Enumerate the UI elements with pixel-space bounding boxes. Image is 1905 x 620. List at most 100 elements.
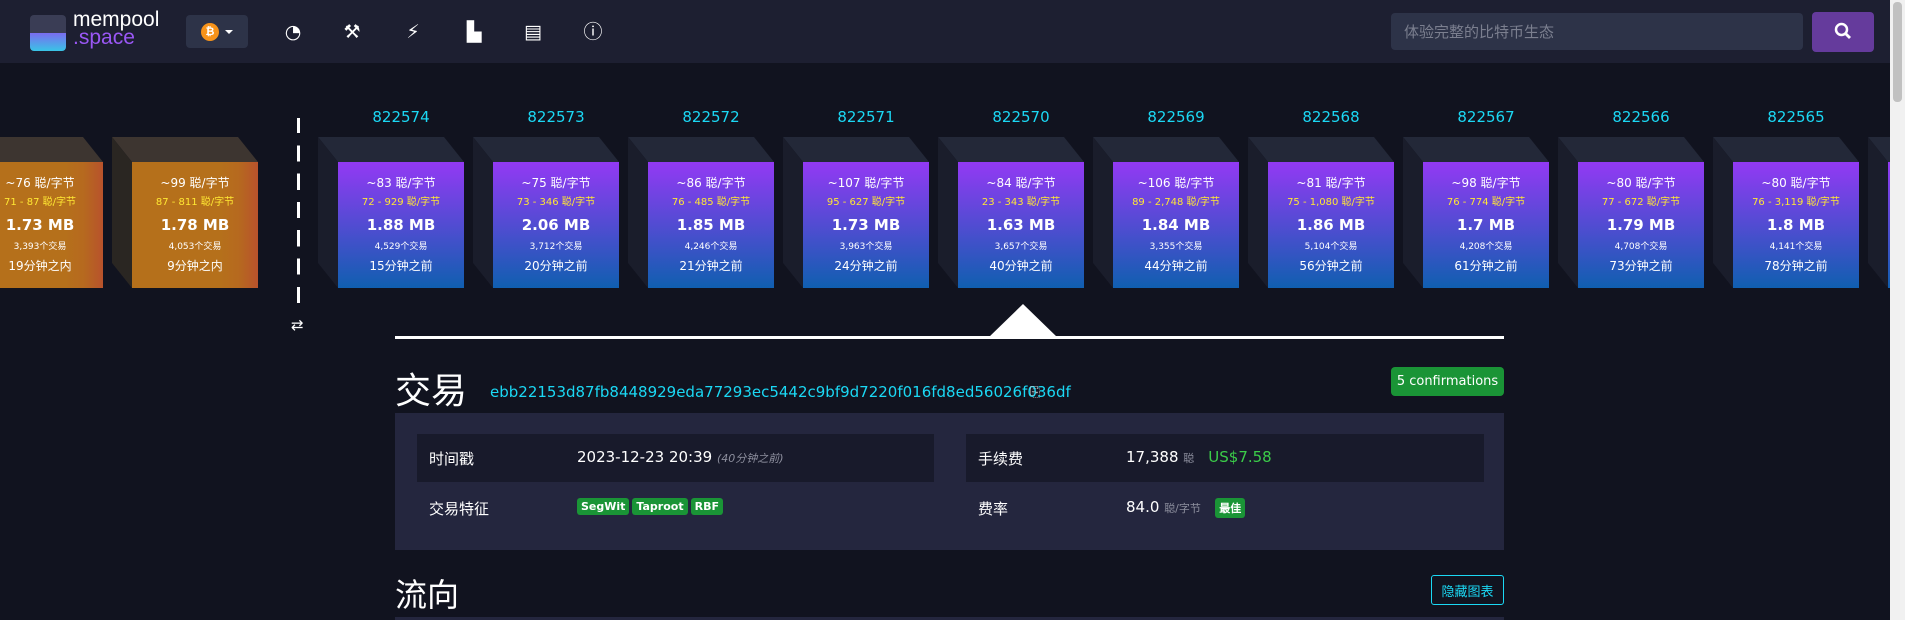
swap-arrows-icon[interactable]: ⇄ [291, 316, 304, 334]
block-height[interactable]: 822570 [958, 108, 1084, 126]
tx-count: 5,104个交易 [1304, 242, 1358, 252]
block-front-face[interactable]: ~84 聪/字节 23 - 343 聪/字节 1.63 MB 3,657个交易 … [958, 162, 1084, 288]
search-input[interactable] [1391, 13, 1803, 50]
graphs-icon[interactable]: ▙ [462, 20, 486, 44]
median-fee: ~80 聪/字节 [1606, 176, 1676, 190]
block-front-face[interactable]: ~83 聪/字节 72 - 929 聪/字节 1.88 MB 4,529个交易 … [338, 162, 464, 288]
block-height[interactable]: 822565 [1733, 108, 1859, 126]
block-side-face [628, 137, 648, 288]
block[interactable]: 822569 ~106 聪/字节 89 - 2,748 聪/字节 1.84 MB… [1093, 108, 1239, 288]
block-height[interactable]: 822574 [338, 108, 464, 126]
copy-icon[interactable]: ⎘ [1030, 385, 1040, 400]
fee-row: 手续费 17,388 聪 US$7.58 [966, 434, 1484, 482]
fee-usd: US$7.58 [1208, 448, 1272, 466]
hide-diagram-button[interactable]: 隐藏图表 [1431, 575, 1504, 605]
partial-block[interactable] [1868, 137, 1890, 288]
features-row: 交易特征 SegWit Taproot RBF [417, 484, 934, 532]
caret-down-icon [225, 30, 233, 38]
feature-tag-segwit[interactable]: SegWit [577, 498, 630, 515]
block-front-face[interactable]: ~86 聪/字节 76 - 485 聪/字节 1.85 MB 4,246个交易 … [648, 162, 774, 288]
block-height[interactable]: 822569 [1113, 108, 1239, 126]
median-fee: ~106 聪/字节 [1137, 176, 1215, 190]
median-fee: ~107 聪/字节 [827, 176, 905, 190]
feature-tag-taproot[interactable]: Taproot [632, 498, 688, 515]
fee-range: 89 - 2,748 聪/字节 [1132, 197, 1220, 208]
tx-count: 3,657个交易 [994, 242, 1048, 252]
logo-text[interactable]: mempool .space [73, 9, 159, 48]
block-front-face[interactable]: ~107 聪/字节 95 - 627 聪/字节 1.73 MB 3,963个交易… [803, 162, 929, 288]
block[interactable]: 822565 ~80 聪/字节 76 - 3,119 聪/字节 1.8 MB 4… [1713, 108, 1859, 288]
tx-count: 4,141个交易 [1769, 242, 1823, 252]
block-top-face [1558, 137, 1704, 162]
tx-count: 3,393个交易 [13, 242, 67, 252]
features-label: 交易特征 [429, 500, 490, 518]
fee-range: 75 - 1,080 聪/字节 [1287, 197, 1375, 208]
block-height[interactable]: 822571 [803, 108, 929, 126]
top-navbar: mempool .space ₿ ◔ ⚒ ⚡ ▙ ▤ ⓘ [0, 0, 1890, 63]
block-top-face [938, 137, 1084, 162]
network-selector[interactable]: ₿ [186, 15, 248, 48]
mempool-block[interactable]: ~76 聪/字节 71 - 87 聪/字节 1.73 MB 3,393个交易 1… [0, 137, 103, 288]
block-front-face[interactable]: ~99 聪/字节 87 - 811 聪/字节 1.78 MB 4,053个交易 … [132, 162, 258, 288]
scrollbar[interactable] [1890, 0, 1905, 620]
selected-block-pointer [988, 304, 1058, 338]
median-fee: ~75 聪/字节 [521, 176, 591, 190]
block[interactable]: 822567 ~98 聪/字节 76 - 774 聪/字节 1.7 MB 4,2… [1403, 108, 1549, 288]
median-fee: ~81 聪/字节 [1296, 176, 1366, 190]
fee-range: 76 - 485 聪/字节 [671, 197, 751, 208]
block-height[interactable]: 822568 [1268, 108, 1394, 126]
block-size: 1.86 MB [1296, 216, 1366, 234]
feerate-unit: 聪/字节 [1164, 502, 1201, 515]
block-side-face [1558, 137, 1578, 288]
features-tags: SegWit Taproot RBF [577, 496, 726, 515]
block-size: 1.7 MB [1456, 216, 1516, 234]
mempool-logo-icon[interactable] [30, 15, 66, 51]
block-height[interactable]: 822566 [1578, 108, 1704, 126]
block-top-face [318, 137, 464, 162]
fee-range: 95 - 627 聪/字节 [826, 197, 906, 208]
feerate: 84.0 [1126, 498, 1160, 516]
transaction-id-link[interactable]: ebb22153d87fb8448929eda77293ec5442c9bf9d… [490, 383, 1071, 401]
page-title: 交易 [395, 371, 468, 412]
docs-book-icon[interactable]: ▤ [521, 20, 545, 44]
block-front-face[interactable]: ~106 聪/字节 89 - 2,748 聪/字节 1.84 MB 3,355个… [1113, 162, 1239, 288]
scrollbar-thumb[interactable] [1893, 2, 1902, 102]
median-fee: ~83 聪/字节 [366, 176, 436, 190]
block[interactable]: 822566 ~80 聪/字节 77 - 672 聪/字节 1.79 MB 4,… [1558, 108, 1704, 288]
block-front-face[interactable]: ~76 聪/字节 71 - 87 聪/字节 1.73 MB 3,393个交易 1… [0, 162, 103, 288]
block-size: 1.8 MB [1766, 216, 1826, 234]
block[interactable]: 822574 ~83 聪/字节 72 - 929 聪/字节 1.88 MB 4,… [318, 108, 464, 288]
dashboard-icon[interactable]: ◔ [281, 20, 305, 44]
tx-count: 4,529个交易 [374, 242, 428, 252]
block-top-face [112, 137, 258, 162]
block-height[interactable]: 822567 [1423, 108, 1549, 126]
block-height[interactable]: 822572 [648, 108, 774, 126]
timestamp-value: 2023-12-23 20:39 (40分钟之前) [577, 448, 784, 466]
lightning-icon[interactable]: ⚡ [401, 20, 425, 44]
block-time: 21分钟之前 [679, 259, 743, 273]
tx-count: 4,246个交易 [684, 242, 738, 252]
block-front-face[interactable]: ~75 聪/字节 73 - 346 聪/字节 2.06 MB 3,712个交易 … [493, 162, 619, 288]
block-front-face[interactable]: ~81 聪/字节 75 - 1,080 聪/字节 1.86 MB 5,104个交… [1268, 162, 1394, 288]
block-time: 40分钟之前 [989, 259, 1053, 273]
block[interactable]: 822572 ~86 聪/字节 76 - 485 聪/字节 1.85 MB 4,… [628, 108, 774, 288]
block[interactable]: 822568 ~81 聪/字节 75 - 1,080 聪/字节 1.86 MB … [1248, 108, 1394, 288]
tx-count: 3,963个交易 [839, 242, 893, 252]
block-size: 1.88 MB [366, 216, 436, 234]
fee-range: 76 - 774 聪/字节 [1446, 197, 1526, 208]
block-top-face [1713, 137, 1859, 162]
search-button[interactable] [1812, 12, 1874, 52]
about-info-icon[interactable]: ⓘ [581, 20, 605, 44]
block[interactable]: 822571 ~107 聪/字节 95 - 627 聪/字节 1.73 MB 3… [783, 108, 929, 288]
mempool-block[interactable]: ~99 聪/字节 87 - 811 聪/字节 1.78 MB 4,053个交易 … [112, 137, 258, 288]
feature-tag-rbf[interactable]: RBF [690, 498, 723, 515]
block-size: 1.85 MB [676, 216, 746, 234]
block-height[interactable]: 822573 [493, 108, 619, 126]
mining-hammer-icon[interactable]: ⚒ [340, 20, 364, 44]
block-time: 61分钟之前 [1454, 259, 1518, 273]
block-front-face[interactable]: ~80 聪/字节 76 - 3,119 聪/字节 1.8 MB 4,141个交易… [1733, 162, 1859, 288]
block-front-face[interactable]: ~80 聪/字节 77 - 672 聪/字节 1.79 MB 4,708个交易 … [1578, 162, 1704, 288]
block-front-face[interactable]: ~98 聪/字节 76 - 774 聪/字节 1.7 MB 4,208个交易 6… [1423, 162, 1549, 288]
block[interactable]: 822573 ~75 聪/字节 73 - 346 聪/字节 2.06 MB 3,… [473, 108, 619, 288]
block[interactable]: 822570 ~84 聪/字节 23 - 343 聪/字节 1.63 MB 3,… [938, 108, 1084, 288]
